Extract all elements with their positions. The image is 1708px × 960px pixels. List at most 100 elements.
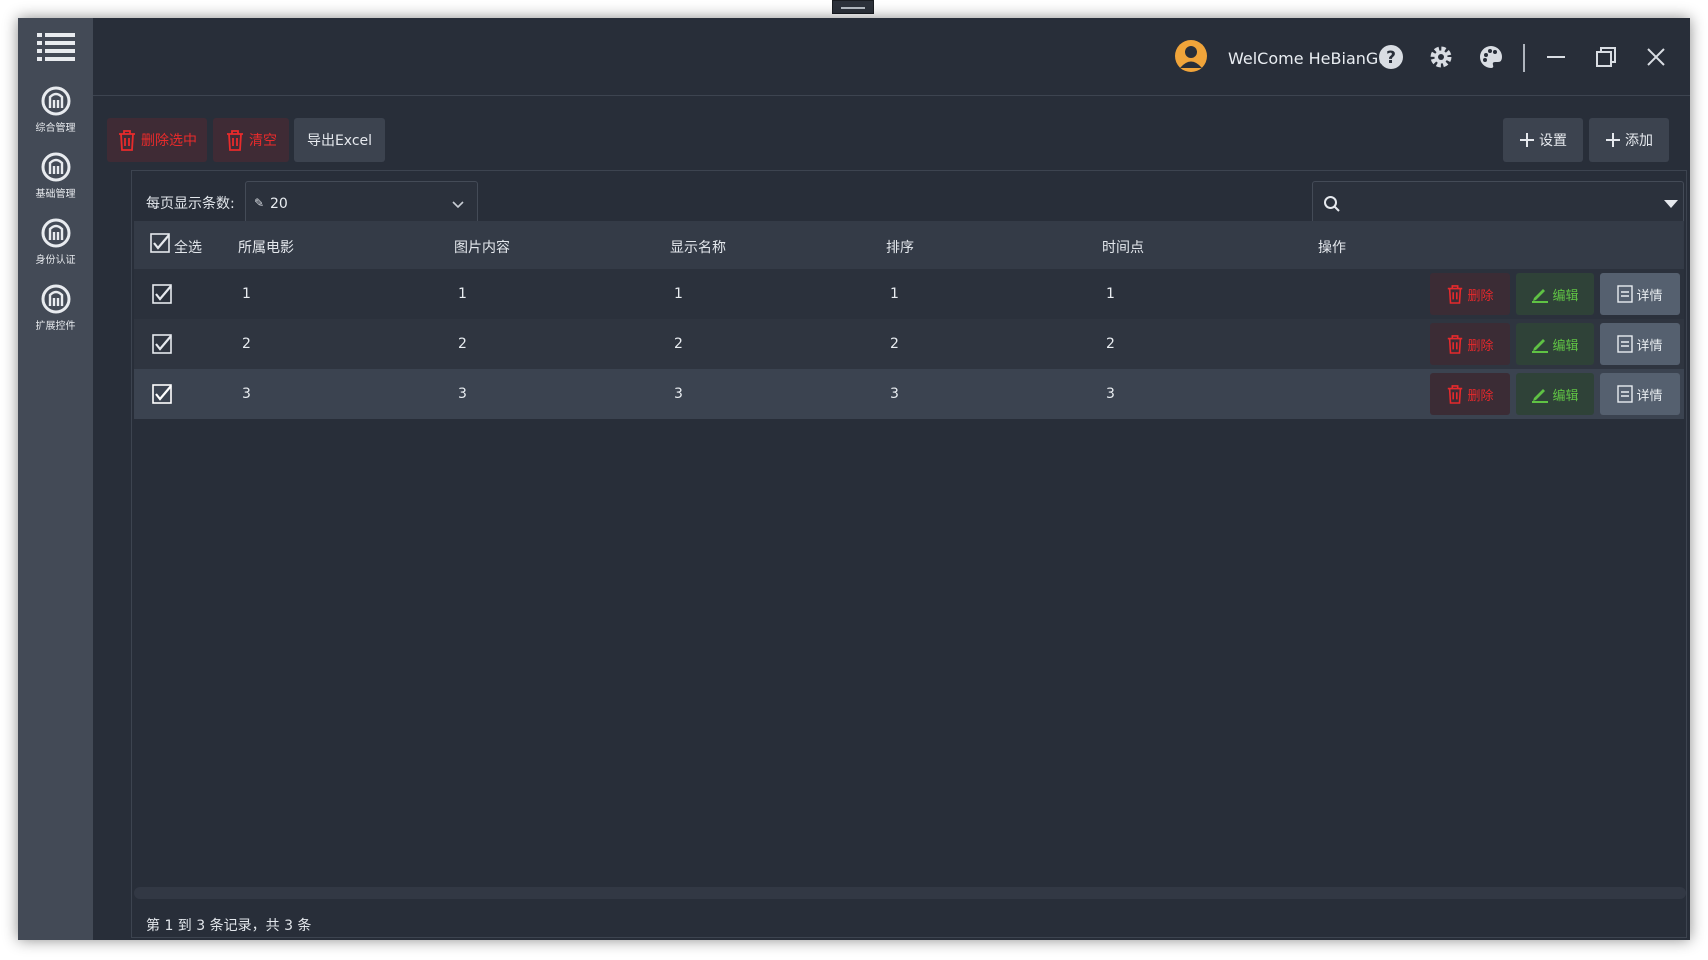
column-header[interactable]: 所属电影 bbox=[238, 237, 294, 257]
page-size-label: 每页显示条数: bbox=[146, 196, 235, 212]
table-cell: 1 bbox=[890, 286, 899, 302]
theme-button[interactable] bbox=[1477, 43, 1505, 71]
table-cell: 2 bbox=[242, 336, 251, 352]
trash-icon bbox=[1448, 335, 1463, 354]
pencil-icon bbox=[1532, 389, 1549, 403]
minimize-icon bbox=[1547, 56, 1565, 58]
select-all-label: 全选 bbox=[174, 240, 202, 256]
user-icon bbox=[1180, 46, 1202, 68]
table-cell: 2 bbox=[890, 336, 899, 352]
row-checkbox[interactable] bbox=[152, 284, 172, 304]
search-icon bbox=[1324, 196, 1340, 212]
settings-button[interactable]: 设置 bbox=[1503, 118, 1583, 162]
document-icon bbox=[1617, 385, 1634, 403]
row-detail-label: 详情 bbox=[1636, 388, 1663, 404]
logo-icon bbox=[41, 86, 70, 116]
column-header[interactable]: 时间点 bbox=[1102, 237, 1144, 257]
table-row[interactable]: 3 3 3 3 3 删除 编辑 详情 bbox=[134, 369, 1684, 419]
trash-icon bbox=[227, 130, 243, 151]
export-excel-button[interactable]: 导出Excel bbox=[294, 118, 385, 162]
close-icon bbox=[1647, 48, 1665, 66]
gear-icon bbox=[1430, 46, 1452, 68]
table-cell: 1 bbox=[458, 286, 467, 302]
row-edit-label: 编辑 bbox=[1552, 388, 1579, 404]
add-label: 添加 bbox=[1625, 133, 1653, 149]
sidebar-item-identity[interactable]: 身份认证 bbox=[18, 218, 93, 282]
row-delete-button[interactable]: 删除 bbox=[1430, 323, 1510, 365]
header-divider bbox=[1523, 44, 1525, 72]
sidebar-item-general[interactable]: 综合管理 bbox=[18, 86, 93, 150]
delete-selected-label: 删除选中 bbox=[141, 133, 197, 149]
row-detail-label: 详情 bbox=[1636, 288, 1663, 304]
table-cell: 3 bbox=[458, 386, 467, 402]
sidebar-item-extensions[interactable]: 扩展控件 bbox=[18, 284, 93, 348]
column-header: 操作 bbox=[1318, 240, 1346, 256]
plus-icon bbox=[1520, 133, 1534, 147]
column-header[interactable]: 排序 bbox=[886, 237, 914, 257]
avatar[interactable] bbox=[1175, 40, 1207, 72]
page-size-select[interactable]: ✎ 20 bbox=[245, 181, 478, 225]
row-edit-button[interactable]: 编辑 bbox=[1516, 373, 1594, 415]
trash-icon bbox=[119, 130, 135, 151]
table-cell: 1 bbox=[242, 286, 251, 302]
sidebar-item-basic[interactable]: 基础管理 bbox=[18, 152, 93, 216]
settings-button[interactable] bbox=[1427, 43, 1455, 71]
chevron-down-icon bbox=[452, 201, 464, 209]
row-checkbox[interactable] bbox=[152, 334, 172, 354]
table-row[interactable]: 1 1 1 1 1 删除 编辑 详情 bbox=[134, 269, 1684, 319]
clear-label: 清空 bbox=[249, 133, 277, 149]
pencil-icon bbox=[1532, 339, 1549, 353]
row-detail-button[interactable]: 详情 bbox=[1600, 323, 1680, 365]
trash-icon bbox=[1448, 285, 1463, 304]
help-icon: ? bbox=[1379, 45, 1403, 69]
row-edit-button[interactable]: 编辑 bbox=[1516, 273, 1594, 315]
close-button[interactable] bbox=[1642, 43, 1670, 71]
table-cell: 2 bbox=[1106, 336, 1115, 352]
row-detail-label: 详情 bbox=[1636, 338, 1663, 354]
export-excel-label: 导出Excel bbox=[306, 133, 373, 149]
row-delete-label: 删除 bbox=[1467, 338, 1494, 354]
row-delete-button[interactable]: 删除 bbox=[1430, 273, 1510, 315]
palette-icon bbox=[1480, 46, 1502, 68]
column-header[interactable]: 显示名称 bbox=[670, 237, 726, 257]
column-header[interactable]: 图片内容 bbox=[454, 237, 510, 257]
settings-label: 设置 bbox=[1539, 133, 1567, 149]
table-cell: 2 bbox=[674, 336, 683, 352]
logo-icon bbox=[41, 284, 70, 314]
welcome-text: WelCome HeBianGu ! bbox=[1228, 49, 1400, 68]
maximize-button[interactable] bbox=[1592, 43, 1620, 71]
horizontal-scrollbar[interactable] bbox=[134, 887, 1686, 899]
sidebar-item-label: 扩展控件 bbox=[35, 321, 76, 332]
sidebar-item-label: 基础管理 bbox=[35, 189, 76, 200]
menu-list-icon[interactable] bbox=[37, 32, 75, 64]
row-edit-label: 编辑 bbox=[1552, 338, 1579, 354]
window-drag-handle[interactable] bbox=[832, 0, 874, 14]
add-button[interactable]: 添加 bbox=[1589, 118, 1669, 162]
select-all-checkbox[interactable] bbox=[150, 233, 170, 253]
table-cell: 3 bbox=[242, 386, 251, 402]
page-size-value: 20 bbox=[270, 196, 288, 212]
app-window: 综合管理 基础管理 身份认证 扩展控件 WelCome HeBianGu ! ?… bbox=[18, 18, 1690, 940]
delete-selected-button[interactable]: 删除选中 bbox=[107, 118, 207, 162]
caret-down-icon[interactable] bbox=[1663, 198, 1679, 210]
restore-icon bbox=[1596, 47, 1616, 67]
minimize-button[interactable] bbox=[1542, 43, 1570, 71]
table-row[interactable]: 2 2 2 2 2 删除 编辑 详情 bbox=[134, 319, 1684, 369]
table-cell: 3 bbox=[1106, 386, 1115, 402]
row-delete-button[interactable]: 删除 bbox=[1430, 373, 1510, 415]
row-checkbox[interactable] bbox=[152, 384, 172, 404]
row-edit-button[interactable]: 编辑 bbox=[1516, 323, 1594, 365]
help-button[interactable]: ? bbox=[1377, 43, 1405, 71]
main-content: 删除选中 清空 导出Excel 设置 添加 每页显示条数: ✎ 20 全选 所属… bbox=[93, 96, 1690, 940]
row-delete-label: 删除 bbox=[1467, 288, 1494, 304]
search-input[interactable] bbox=[1349, 190, 1639, 218]
search-box bbox=[1312, 181, 1684, 225]
document-icon bbox=[1617, 285, 1634, 303]
row-delete-label: 删除 bbox=[1467, 388, 1494, 404]
table-cell: 1 bbox=[1106, 286, 1115, 302]
row-detail-button[interactable]: 详情 bbox=[1600, 373, 1680, 415]
logo-icon bbox=[41, 152, 70, 182]
row-detail-button[interactable]: 详情 bbox=[1600, 273, 1680, 315]
table-cell: 1 bbox=[674, 286, 683, 302]
clear-button[interactable]: 清空 bbox=[213, 118, 289, 162]
